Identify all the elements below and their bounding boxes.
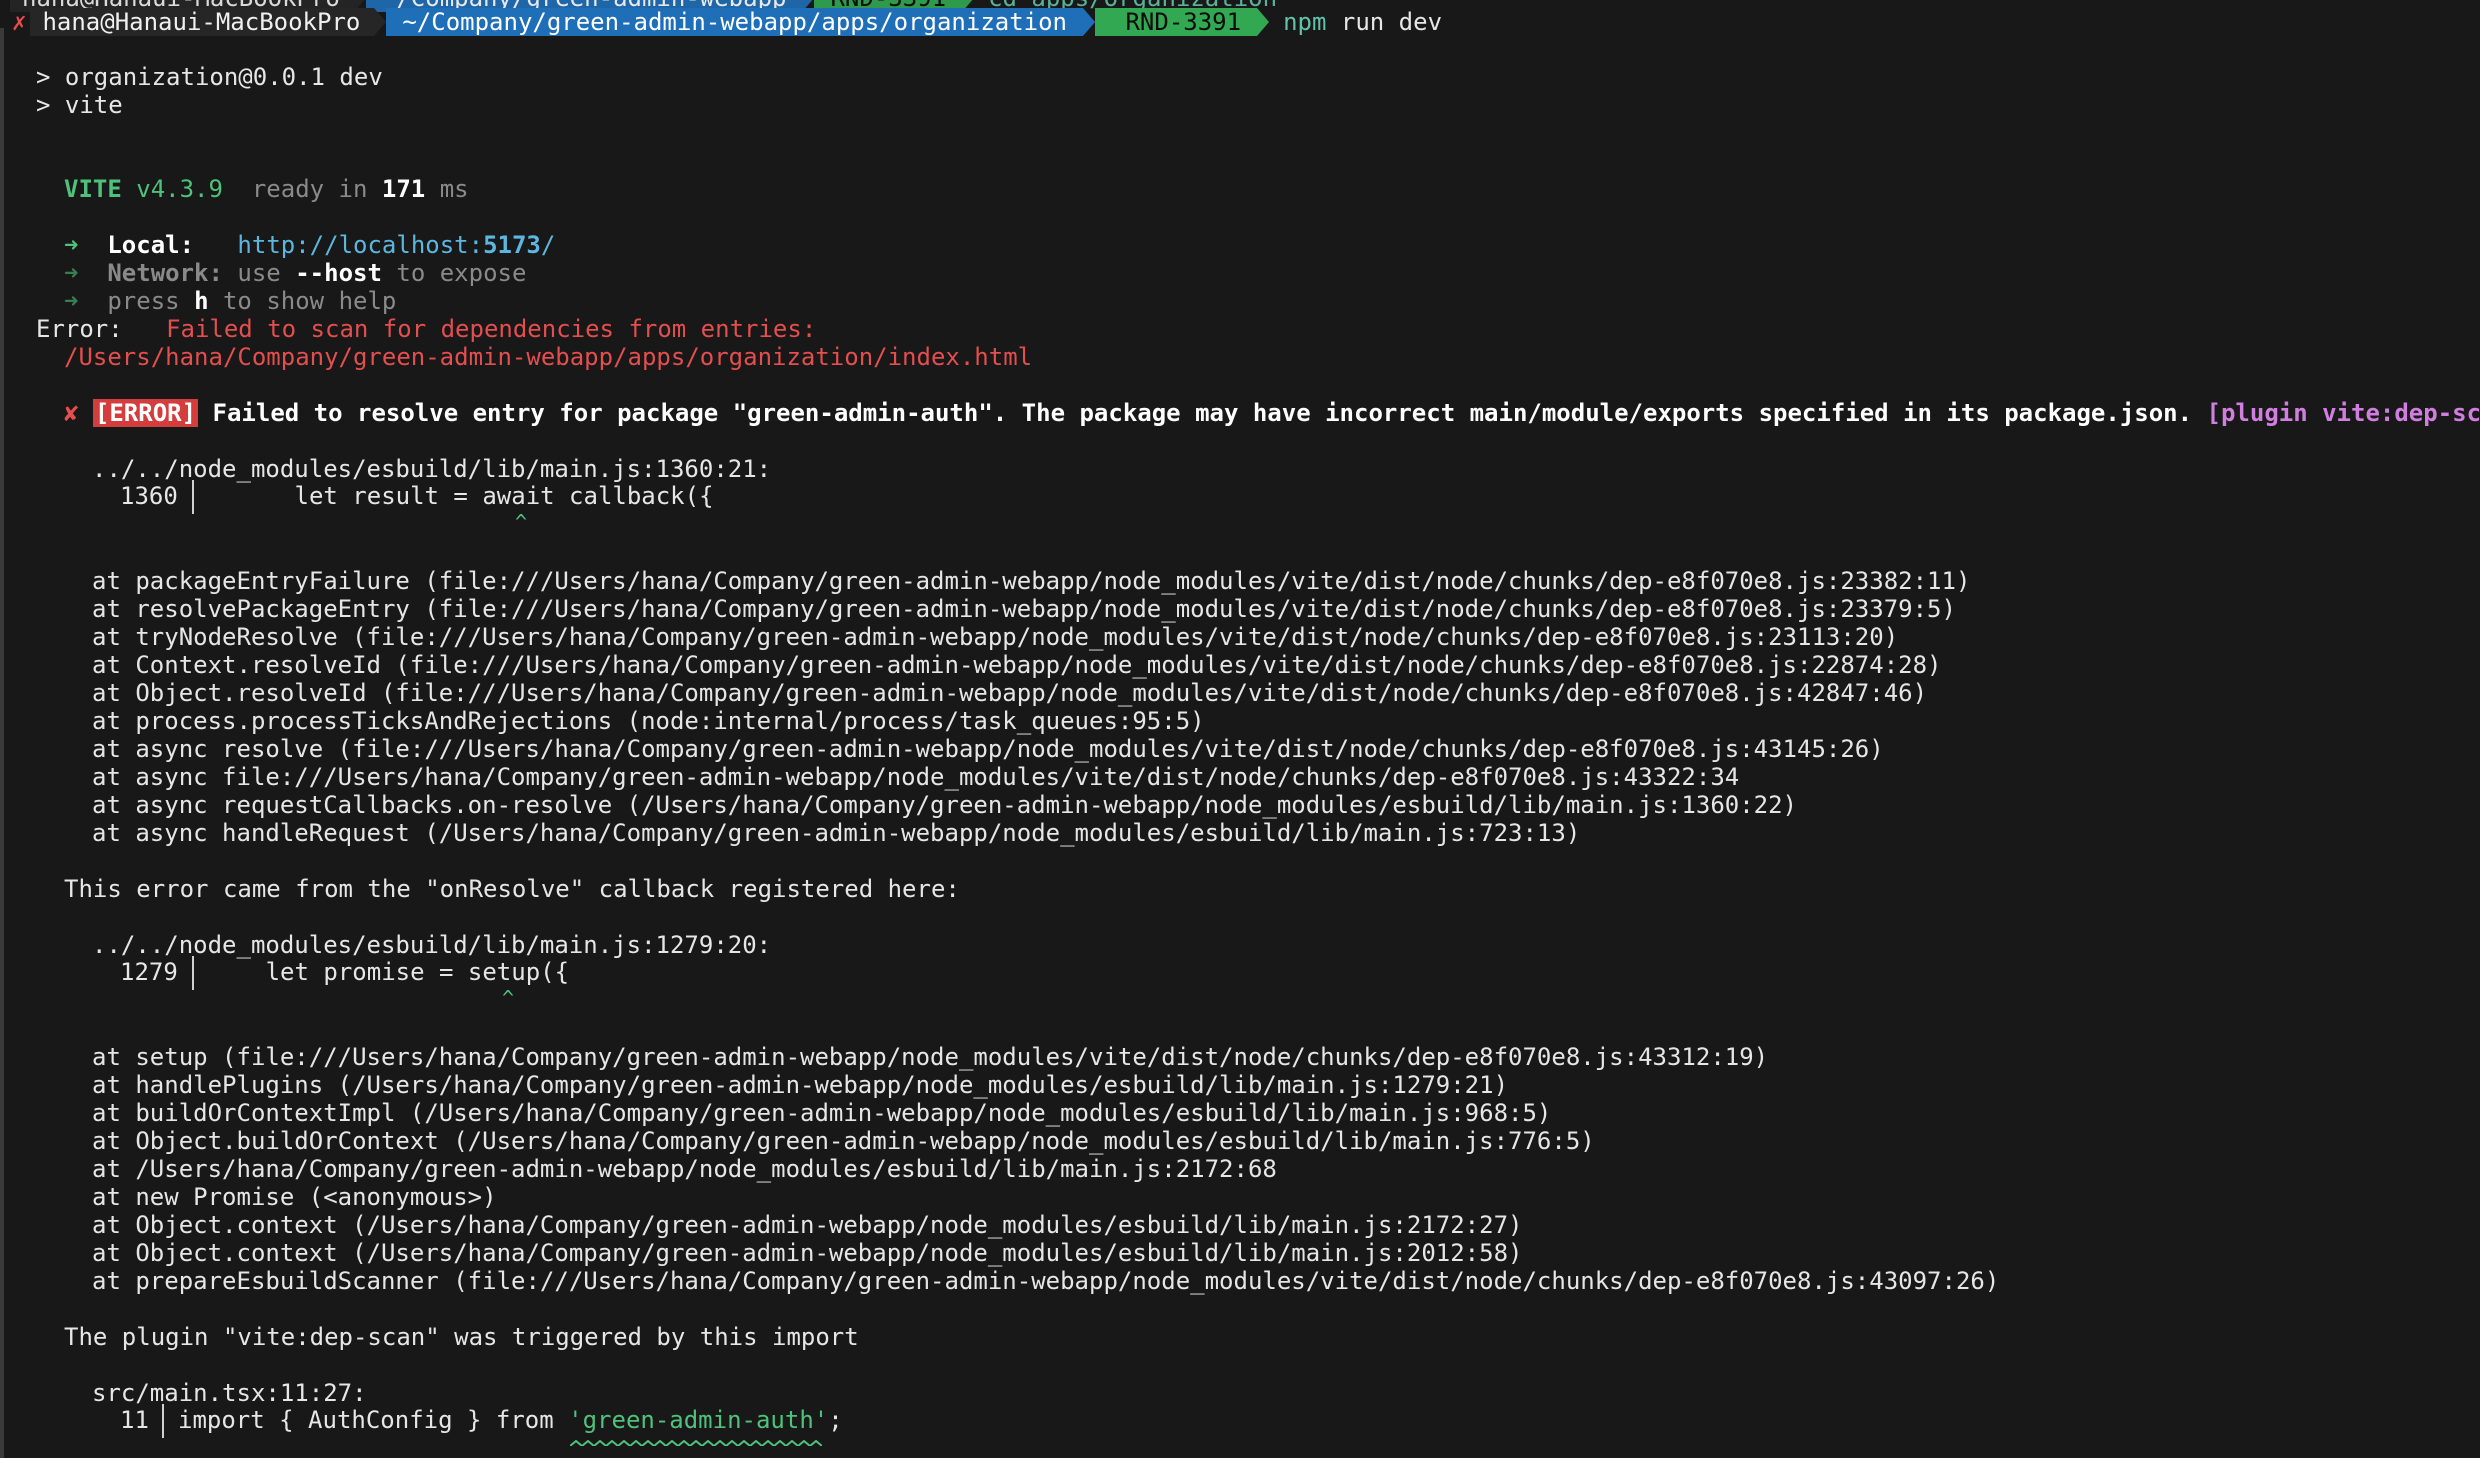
- line-number: 11: [120, 1406, 149, 1434]
- stack-frame: at async file:///Users/hana/Company/gree…: [92, 763, 1740, 791]
- stack-frame: at new Promise (<anonymous>): [92, 1183, 497, 1211]
- stack-frame: at resolvePackageEntry (file:///Users/ha…: [92, 595, 1956, 623]
- stack-frame: at tryNodeResolve (file:///Users/hana/Co…: [92, 623, 1899, 651]
- shell-prompt: ✗ hana@Hanaui-MacBookPro ~/Company/green…: [10, 8, 1442, 36]
- branch-name: RND-3391: [1125, 8, 1242, 36]
- vite-ready-line: VITE v4.3.9 ready in 171 ms: [64, 175, 469, 203]
- terminal-output[interactable]: hana@Hanaui-MacBookPro ~/Company/green-a…: [10, 0, 2480, 1458]
- segment-separator-icon: [1083, 8, 1096, 36]
- network-label: Network:: [107, 259, 223, 287]
- ms-unit: ms: [439, 175, 469, 203]
- code-snippet: 1360 let result = await callback({: [120, 479, 714, 514]
- ready-text: ready in: [251, 175, 368, 203]
- line-number: 1279: [120, 958, 178, 986]
- stack-frame: at Object.context (/Users/hana/Company/g…: [92, 1211, 1523, 1239]
- caret-marker: ^: [515, 510, 528, 534]
- error-x-icon: ✘: [64, 399, 79, 427]
- trigger-message: The plugin "vite:dep-scan" was triggered…: [64, 1323, 859, 1351]
- gutter-bar: [191, 956, 194, 990]
- stack-frame: at process.processTicksAndRejections (no…: [92, 707, 1205, 735]
- plugin-tag: [plugin vite:dep-scan]: [2206, 399, 2480, 427]
- error-main-message: Failed to resolve entry for package "gre…: [212, 399, 2193, 427]
- code-snippet: 11 import { AuthConfig } from 'green-admi…: [120, 1403, 843, 1438]
- stack-frame: at /Users/hana/Company/green-admin-webap…: [92, 1155, 1277, 1183]
- segment-separator-icon: [374, 8, 387, 36]
- host-flag: --host: [295, 259, 382, 287]
- stack-frame: at Context.resolveId (file:///Users/hana…: [92, 651, 1942, 679]
- network-line: ➜ Network: use --host to expose: [64, 259, 527, 287]
- esbuild-error-line: ✘ [ERROR] Failed to resolve entry for pa…: [64, 399, 2480, 427]
- help-key: h: [194, 287, 209, 315]
- local-url[interactable]: http://localhost:5173/: [237, 231, 555, 259]
- script-line: > vite: [36, 91, 123, 119]
- gutter-bar: [191, 480, 194, 514]
- arrow-right-icon: ➜: [64, 287, 79, 315]
- line-number: 1360: [120, 482, 178, 510]
- gutter-bar: [162, 1404, 164, 1438]
- stack-frame: at prepareEsbuildScanner (file:///Users/…: [92, 1267, 2000, 1295]
- stack-frame: at Object.resolveId (file:///Users/hana/…: [92, 679, 1928, 707]
- vite-name: VITE: [64, 175, 122, 203]
- error-label: Error:: [36, 315, 123, 343]
- import-string: 'green-admin-auth': [568, 1406, 829, 1434]
- prompt-user-segment: hana@Hanaui-MacBookPro: [30, 8, 375, 36]
- local-url-line: ➜ Local: http://localhost:5173/: [64, 231, 555, 259]
- stack-frame: at packageEntryFailure (file:///Users/ha…: [92, 567, 1971, 595]
- segment-separator-icon: [1257, 8, 1270, 36]
- stack-frame: at async requestCallbacks.on-resolve (/U…: [92, 791, 1798, 819]
- error-squiggle-underline: [570, 1440, 822, 1446]
- prompt-path-segment: ~/Company/green-admin-webapp/apps/organi…: [386, 8, 1084, 36]
- stack-frame: at async resolve (file:///Users/hana/Com…: [92, 735, 1884, 763]
- prompt-branch-segment: RND-3391: [1095, 8, 1258, 36]
- error-line: Error: Failed to scan for dependencies f…: [36, 315, 816, 343]
- arrow-right-icon: ➜: [64, 231, 79, 259]
- local-label: Local:: [107, 231, 195, 259]
- command-name: npm: [1283, 8, 1327, 36]
- code-snippet: 1279 let promise = setup({: [120, 955, 569, 990]
- ready-ms: 171: [381, 175, 426, 203]
- terminal-left-gutter: [0, 28, 4, 1458]
- on-resolve-message: This error came from the "onResolve" cal…: [64, 875, 960, 903]
- caret-marker: ^: [502, 986, 515, 1010]
- stack-frame: at Object.context (/Users/hana/Company/g…: [92, 1239, 1523, 1267]
- stack-frame: at Object.buildOrContext (/Users/hana/Co…: [92, 1127, 1595, 1155]
- vite-version: v4.3.9: [136, 175, 223, 203]
- stack-frame: at async handleRequest (/Users/hana/Comp…: [92, 819, 1581, 847]
- stack-frame: at setup (file:///Users/hana/Company/gre…: [92, 1043, 1769, 1071]
- failure-status-icon: ✗: [12, 8, 27, 36]
- stack-frame: at handlePlugins (/Users/hana/Company/gr…: [92, 1071, 1509, 1099]
- error-badge: [ERROR]: [92, 399, 199, 427]
- prompt-command: npm run dev: [1283, 8, 1442, 36]
- error-entry-path: /Users/hana/Company/green-admin-webapp/a…: [64, 343, 1033, 371]
- error-message: Failed to scan for dependencies from ent…: [166, 315, 817, 343]
- help-line: ➜ press h to show help: [64, 287, 397, 315]
- stack-frame: at buildOrContextImpl (/Users/hana/Compa…: [92, 1099, 1552, 1127]
- arrow-right-icon: ➜: [64, 259, 79, 287]
- script-line: > organization@0.0.1 dev: [36, 63, 383, 91]
- command-args: run dev: [1340, 8, 1443, 36]
